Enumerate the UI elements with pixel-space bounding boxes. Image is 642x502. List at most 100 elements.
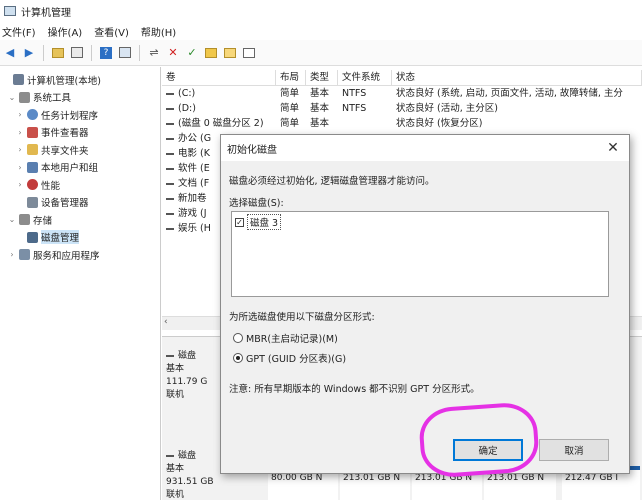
computer-icon [13, 74, 24, 86]
volume-icon [166, 197, 174, 200]
performance-icon [27, 179, 38, 191]
table-row[interactable]: (C:) 简单 基本 NTFS 状态良好 (系统, 启动, 页面文件, 活动, 故障转储… [162, 86, 642, 101]
volume-icon [166, 167, 174, 170]
volume-icon [166, 137, 174, 140]
select-disk-label: 选择磁盘(S): [229, 198, 284, 209]
mbr-label: MBR(主启动记录)(M) [246, 334, 338, 345]
volume-icon [166, 122, 174, 125]
tree-item-services-apps[interactable]: › 服务和应用程序 [0, 246, 160, 264]
volume-icon [166, 182, 174, 185]
column-header-layout[interactable]: 布局 [276, 70, 306, 85]
disk-list[interactable]: ✓ 磁盘 3 [231, 211, 609, 297]
highlight-annotation [417, 400, 541, 480]
tree-item-label: 本地用户和组 [41, 163, 99, 175]
tools-icon [19, 91, 30, 103]
column-header-type[interactable]: 类型 [306, 70, 338, 85]
chevron-down-icon[interactable]: ⌄ [8, 93, 16, 102]
chevron-right-icon[interactable]: › [16, 128, 24, 137]
tree-item-label: 存储 [33, 215, 53, 227]
storage-icon [19, 214, 30, 226]
column-header-volume[interactable]: 卷 [162, 70, 276, 85]
tree-item-storage[interactable]: ⌄ 存储 [0, 211, 160, 229]
tree-item-system-tools[interactable]: ⌄ 系统工具 [0, 89, 160, 107]
gpt-radio[interactable] [233, 353, 243, 363]
disk-info-2[interactable]: 磁盘 基本 931.51 GB 联机 [166, 450, 214, 502]
gpt-label: GPT (GUID 分区表)(G) [246, 354, 347, 365]
chevron-right-icon[interactable]: › [16, 163, 24, 172]
back-arrow-icon[interactable]: ◀ [2, 45, 18, 61]
tree-item-label: 系统工具 [33, 93, 72, 105]
column-header-status[interactable]: 状态 [392, 70, 642, 85]
list-icon[interactable] [241, 45, 257, 61]
dialog-title: 初始化磁盘 [227, 144, 277, 156]
chevron-right-icon[interactable]: › [16, 110, 24, 119]
users-icon [27, 161, 38, 173]
tree-item-label: 计算机管理(本地) [27, 75, 101, 87]
table-row[interactable]: (D:) 简单 基本 NTFS 状态良好 (活动, 主分区) [162, 101, 642, 116]
close-icon[interactable]: ✕ [603, 140, 623, 156]
volume-icon [166, 92, 174, 95]
cancel-button[interactable]: 取消 [539, 439, 609, 461]
tree-item-shared-folders[interactable]: › 共享文件夹 [0, 141, 160, 159]
partition-style-label: 为所选磁盘使用以下磁盘分区形式: [229, 312, 375, 323]
mbr-option[interactable]: MBR(主启动记录)(M) [233, 331, 338, 345]
delete-icon[interactable]: ✕ [165, 45, 181, 61]
tree-item-label: 共享文件夹 [41, 145, 89, 157]
tree-item-event-viewer[interactable]: › 事件查看器 [0, 124, 160, 142]
console-tree: 计算机管理(本地) ⌄ 系统工具 › 任务计划程序 › 事件查看器 › 共享文件… [0, 67, 161, 500]
disk-item-label: 磁盘 3 [247, 214, 282, 230]
folder-icon[interactable] [203, 45, 219, 61]
tree-item-disk-management[interactable]: 磁盘管理 [0, 229, 160, 247]
table-row[interactable]: (磁盘 0 磁盘分区 2) 简单 基本 状态良好 (恢复分区) [162, 116, 642, 131]
dialog-title-bar: 初始化磁盘 ✕ [221, 135, 629, 161]
tree-item-label: 任务计划程序 [41, 110, 99, 122]
scroll-left-icon[interactable]: ‹ [164, 317, 168, 327]
connect-icon[interactable]: ⇌ [146, 45, 162, 61]
gpt-option[interactable]: GPT (GUID 分区表)(G) [233, 351, 346, 365]
disk-icon [166, 354, 174, 357]
up-folder-icon[interactable] [50, 45, 66, 61]
disk-checkbox[interactable]: ✓ [235, 217, 244, 227]
help-icon[interactable]: ? [98, 45, 114, 61]
tree-item-computer-management[interactable]: 计算机管理(本地) [0, 71, 160, 89]
tree-item-performance[interactable]: › 性能 [0, 176, 160, 194]
disk-icon [166, 454, 174, 457]
disk-list-item[interactable]: ✓ 磁盘 3 [235, 214, 282, 230]
show-tree-icon[interactable] [69, 45, 85, 61]
disk-info-1[interactable]: 磁盘 基本 111.79 G 联机 [166, 350, 214, 402]
properties-icon[interactable] [117, 45, 133, 61]
tree-item-label: 磁盘管理 [41, 230, 80, 245]
menu-view[interactable]: 查看(V) [94, 24, 129, 39]
volume-icon [166, 107, 174, 110]
shared-folder-icon [27, 144, 38, 156]
check-icon[interactable]: ✓ [184, 45, 200, 61]
clock-icon [27, 109, 38, 121]
tree-item-device-manager[interactable]: 设备管理器 [0, 194, 160, 212]
tree-item-label: 性能 [41, 180, 61, 192]
column-header-filesystem[interactable]: 文件系统 [338, 70, 392, 85]
dialog-intro: 磁盘必须经过初始化, 逻辑磁盘管理器才能访问。 [229, 176, 435, 187]
disk-management-icon [27, 231, 38, 243]
chevron-right-icon[interactable]: › [16, 180, 24, 189]
chevron-down-icon[interactable]: ⌄ [8, 215, 16, 224]
table-header: 卷 布局 类型 文件系统 状态 [162, 70, 642, 86]
menu-action[interactable]: 操作(A) [48, 24, 83, 39]
services-icon [19, 249, 30, 261]
tree-item-label: 事件查看器 [41, 128, 89, 140]
volume-icon [166, 212, 174, 215]
menu-file[interactable]: 文件(F) [2, 24, 36, 39]
gpt-note: 注意: 所有早期版本的 Windows 都不识别 GPT 分区形式。 [229, 384, 480, 395]
tree-item-label: 服务和应用程序 [33, 250, 100, 262]
tree-item-local-users[interactable]: › 本地用户和组 [0, 159, 160, 177]
window-title: 计算机管理 [21, 7, 71, 19]
tree-item-label: 设备管理器 [41, 198, 89, 210]
tree-item-task-scheduler[interactable]: › 任务计划程序 [0, 106, 160, 124]
chevron-right-icon[interactable]: › [8, 250, 16, 259]
menu-help[interactable]: 帮助(H) [141, 24, 176, 39]
event-viewer-icon [27, 126, 38, 138]
mbr-radio[interactable] [233, 333, 243, 343]
toolbar: ◀ ▶ ? ⇌ ✕ ✓ [0, 40, 642, 66]
forward-arrow-icon[interactable]: ▶ [21, 45, 37, 61]
chevron-right-icon[interactable]: › [16, 145, 24, 154]
folder-open-icon[interactable] [222, 45, 238, 61]
